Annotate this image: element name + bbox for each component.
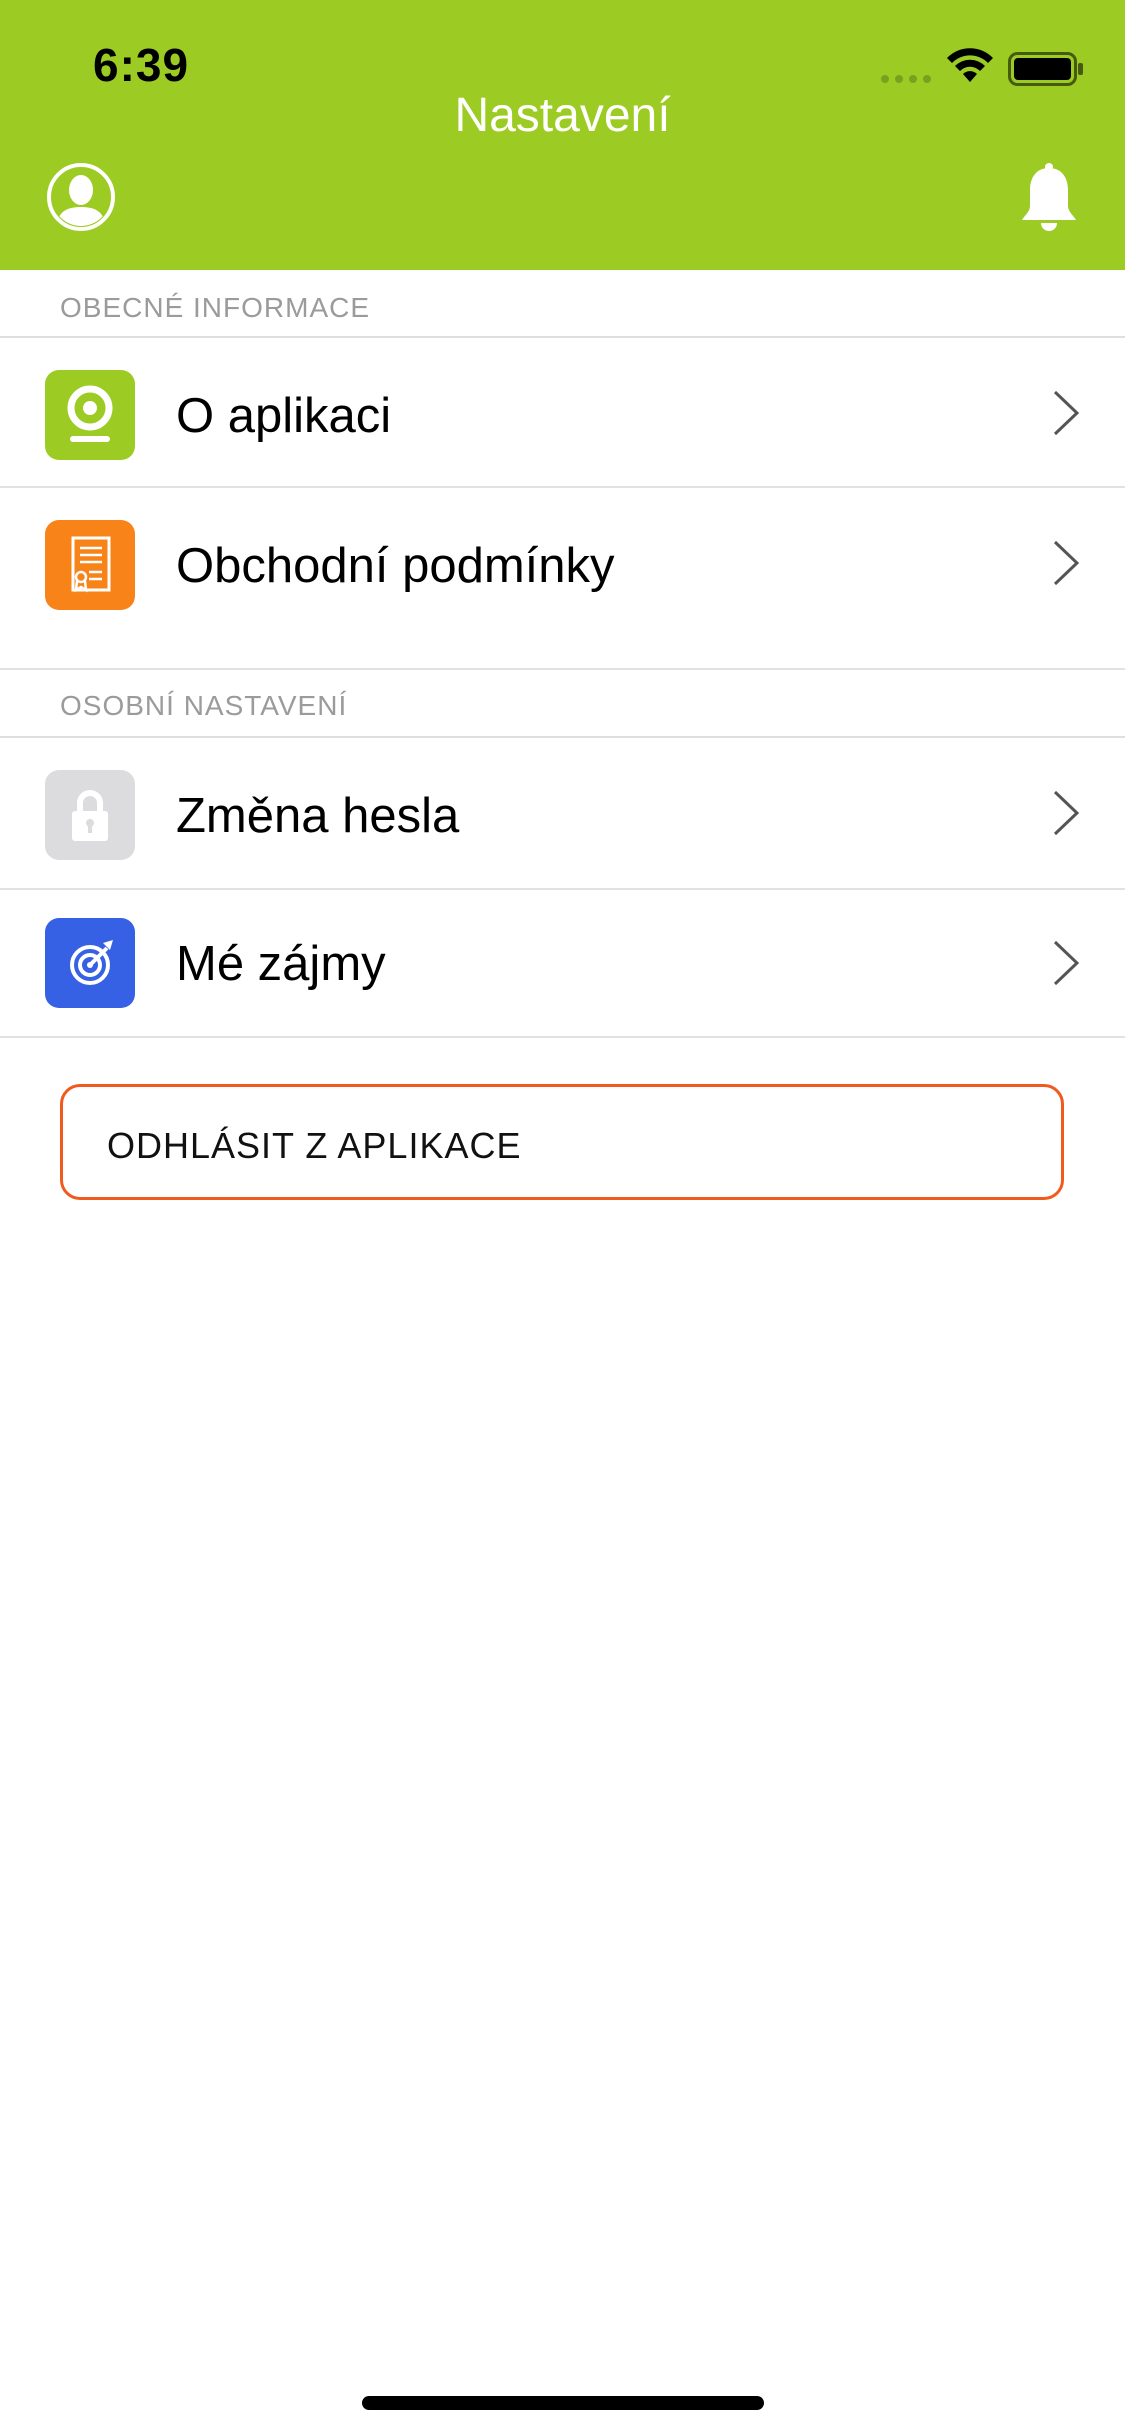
battery-icon — [1008, 52, 1083, 86]
status-time: 6:39 — [93, 39, 190, 91]
target-icon — [45, 918, 135, 1008]
home-indicator[interactable] — [362, 2396, 764, 2410]
row-label: Změna hesla — [176, 789, 460, 843]
row-label: Mé zájmy — [176, 937, 386, 991]
bell-icon[interactable] — [1018, 162, 1080, 232]
certificate-document-icon — [45, 520, 135, 610]
header-bar: 6:39 Nastavení — [0, 0, 1125, 270]
lock-icon — [45, 770, 135, 860]
logout-button[interactable]: ODHLÁSIT Z APLIKACE — [60, 1084, 1064, 1200]
section-header-general: OBECNÉ INFORMACE — [0, 270, 1125, 338]
chevron-right-icon — [1053, 940, 1080, 986]
row-label: Obchodní podmínky — [176, 539, 615, 593]
section-header-personal: OSOBNÍ NASTAVENÍ — [0, 670, 1125, 738]
chevron-right-icon — [1053, 390, 1080, 436]
section-title: OSOBNÍ NASTAVENÍ — [60, 690, 348, 721]
row-about-app[interactable]: O aplikaci — [0, 338, 1125, 488]
logout-label: ODHLÁSIT Z APLIKACE — [107, 1125, 522, 1166]
row-label: O aplikaci — [176, 389, 392, 443]
page-title: Nastavení — [454, 89, 671, 142]
row-change-password[interactable]: Změna hesla — [0, 738, 1125, 890]
row-my-interests[interactable]: Mé zájmy — [0, 890, 1125, 1038]
section-title: OBECNÉ INFORMACE — [60, 292, 371, 323]
cellular-signal-icon — [881, 75, 931, 83]
chevron-right-icon — [1053, 790, 1080, 836]
profile-icon[interactable] — [46, 162, 116, 232]
app-info-icon — [45, 370, 135, 460]
chevron-right-icon — [1053, 540, 1080, 586]
wifi-icon — [947, 48, 993, 82]
row-terms[interactable]: Obchodní podmínky — [0, 488, 1125, 670]
